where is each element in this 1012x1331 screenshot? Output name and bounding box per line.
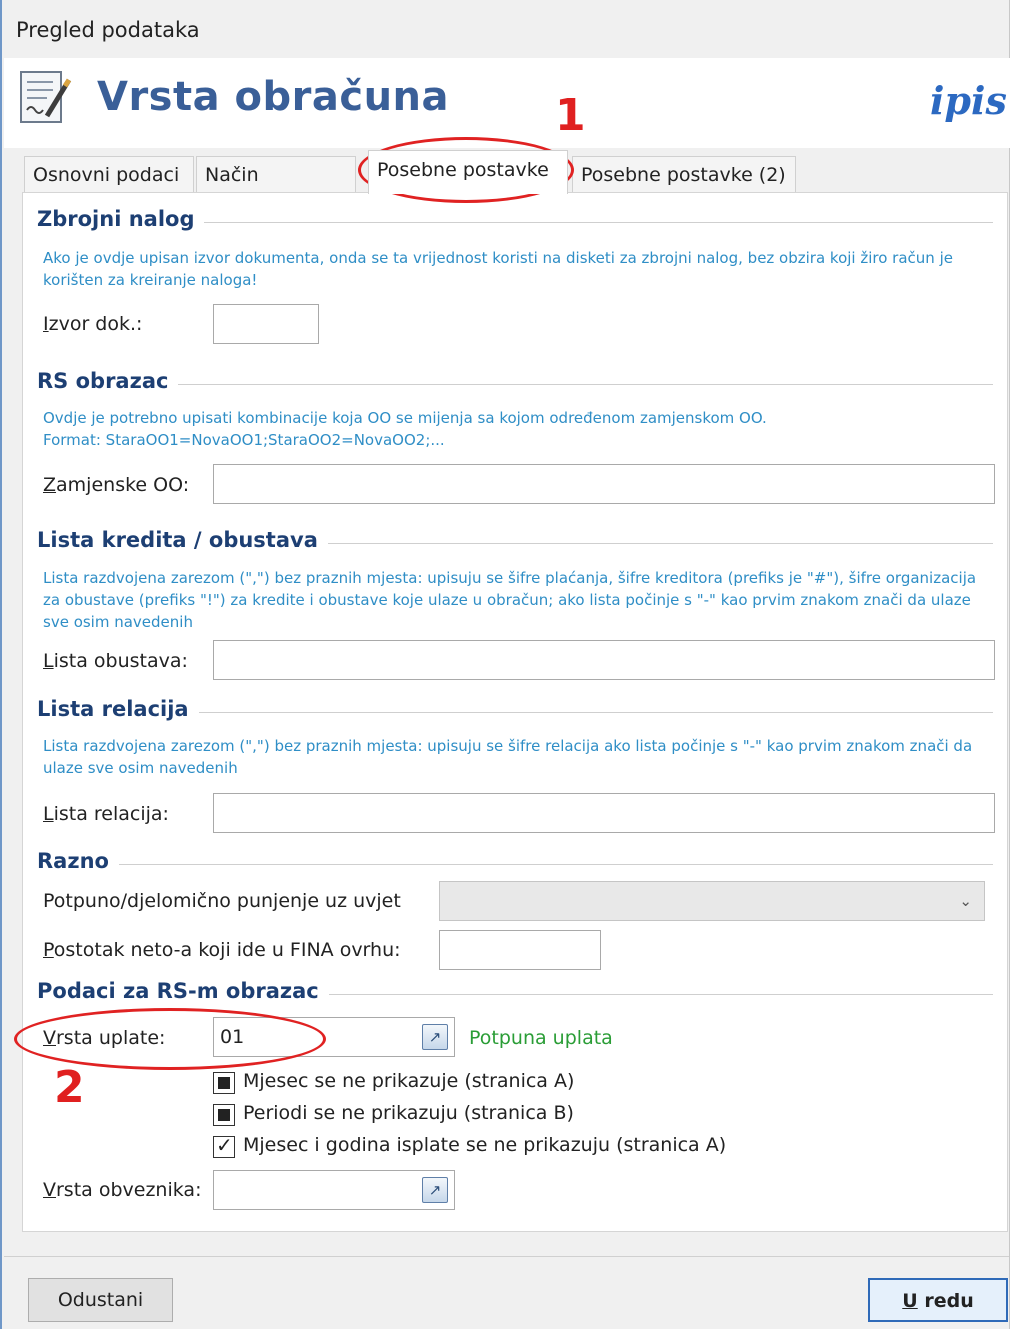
lista-obustava-label: Lista obustava: [43,650,188,672]
punjenje-select[interactable]: ⌄ [439,881,985,921]
section-zbrojni-nalog: Zbrojni nalog [37,207,993,237]
krediti-note: Lista razdvojena zarezom (",") bez prazn… [43,569,977,631]
chevron-down-icon: ⌄ [959,892,972,910]
tab-posebne-postavke-2[interactable]: Posebne postavke (2) [572,156,796,192]
postotak-input[interactable] [439,930,601,970]
section-rs-m-obrazac: Podaci za RS-m obrazac [37,979,993,1009]
ok-button[interactable]: U redu [868,1278,1008,1322]
izvor-dok-label: Izvor dok.: [43,313,143,335]
section-divider [37,864,993,865]
tab-panel: Zbrojni nalog Ako je ovdje upisan izvor … [22,192,1008,1232]
section-razno: Razno [37,849,993,879]
izvor-dok-input[interactable] [213,304,319,344]
section-rs-obrazac: RS obrazac [37,369,993,399]
dialog-window: Pregled podataka Vrsta obračuna ipis Osn… [0,0,1010,1329]
window-title: Pregled podataka [16,18,200,42]
checkbox-label: Mjesec se ne prikazuje (stranica A) [243,1070,575,1092]
checkbox-indeterminate-icon[interactable] [213,1104,235,1126]
lookup-icon[interactable]: ↗ [422,1024,448,1050]
section-title: Podaci za RS-m obrazac [37,979,329,1003]
annotation-number-2: 2 [54,1062,85,1113]
postotak-label: Postotak neto-a koji ide u FINA ovrhu: [43,939,401,961]
vrsta-obveznika-label: Vrsta obveznika: [43,1179,202,1201]
section-title: Zbrojni nalog [37,207,205,231]
punjenje-label: Potpuno/djelomično punjenje uz uvjet [43,890,401,912]
annotation-number-1: 1 [555,90,586,141]
rs-note-line2: Format: StaraOO1=NovaOO1;StaraOO2=NovaOO… [43,431,445,449]
rs-note-line1: Ovdje je potrebno upisati kombinacije ko… [43,409,767,427]
relacije-note: Lista razdvojena zarezom (",") bez prazn… [43,737,973,777]
checkbox-indeterminate-icon[interactable] [213,1072,235,1094]
checkbox-label: Mjesec i godina isplate se ne prikazuju … [243,1134,727,1156]
tab-posebne-postavke[interactable]: Posebne postavke [368,150,568,194]
annotation-ellipse-field [14,1008,326,1070]
checkbox-checked-icon[interactable] [213,1133,235,1158]
vrsta-obveznika-input[interactable]: ↗ [213,1170,455,1210]
checkbox-label: Periodi se ne prikazuju (stranica B) [243,1102,574,1124]
tab-osnovni-podaci[interactable]: Osnovni podaci [24,156,194,192]
brand-logo: ipis [930,78,1007,123]
footer-divider [4,1256,1009,1257]
section-title: Razno [37,849,119,873]
cancel-button[interactable]: Odustani [28,1278,173,1322]
section-title: RS obrazac [37,369,179,393]
section-lista-relacija: Lista relacija [37,697,993,727]
document-edit-icon [20,71,72,123]
zbrojni-note: Ako je ovdje upisan izvor dokumenta, ond… [43,249,953,289]
lista-obustava-input[interactable] [213,640,995,680]
tab-nacin-obracuna[interactable]: Način obračuna [196,156,356,222]
section-lista-kredita: Lista kredita / obustava [37,528,993,558]
page-heading: Vrsta obračuna [97,74,450,120]
vrsta-uplate-description: Potpuna uplata [469,1027,613,1049]
lista-relacija-input[interactable] [213,793,995,833]
zamjenske-oo-input[interactable] [213,464,995,504]
lookup-icon[interactable]: ↗ [422,1177,448,1203]
section-title: Lista kredita / obustava [37,528,328,552]
section-title: Lista relacija [37,697,199,721]
section-divider [37,384,993,385]
zamjenske-oo-label: Zamjenske OO: [43,474,190,496]
lista-relacija-label: Lista relacija: [43,803,169,825]
